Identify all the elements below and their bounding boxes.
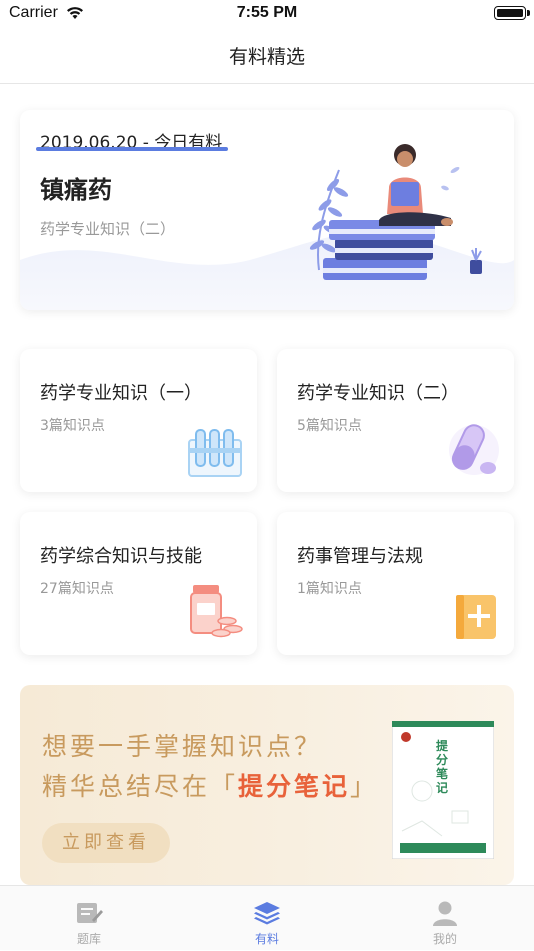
category-card-pharmacy-law[interactable]: 药事管理与法规 1篇知识点 — [277, 512, 514, 655]
category-card-pharmacy-knowledge-2[interactable]: 药学专业知识（二） 5篇知识点 — [277, 349, 514, 492]
battery-icon — [494, 6, 530, 20]
category-title: 药学专业知识（一） — [40, 383, 202, 404]
feature-subtitle: 药学专业知识（二） — [40, 220, 176, 238]
promo-highlight: 提分笔记 — [238, 772, 351, 801]
page-title: 有料精选 — [228, 46, 305, 68]
date-underline — [36, 147, 228, 151]
layers-icon — [254, 902, 280, 925]
nav-bar: 有料精选 — [0, 28, 534, 84]
user-icon — [433, 901, 457, 926]
view-now-button[interactable]: 立即查看 — [42, 823, 170, 863]
promo-headline: 想要一手掌握知识点？ — [42, 732, 323, 761]
promo-subline: 精华总结尽在「提分笔记」 — [42, 767, 378, 803]
feature-title: 镇痛药 — [40, 176, 112, 204]
category-count: 27篇知识点 — [40, 581, 114, 597]
category-title: 药学综合知识与技能 — [40, 546, 202, 567]
medical-book-icon — [456, 595, 496, 639]
tab-question-bank[interactable]: 题库 — [0, 886, 178, 951]
reading-woman-illustration — [309, 144, 482, 280]
status-bar: Carrier 7:55 PM — [0, 0, 534, 28]
clock: 7:55 PM — [236, 4, 298, 21]
category-title: 药事管理与法规 — [297, 546, 423, 567]
category-count: 3篇知识点 — [40, 418, 105, 434]
tab-bar: 题库 有料 我的 — [0, 885, 534, 950]
category-count: 1篇知识点 — [297, 581, 362, 597]
question-bank-icon — [77, 903, 103, 923]
medicine-bottle-icon — [190, 585, 243, 638]
capsule-pill-icon — [449, 424, 499, 475]
tab-label: 我的 — [432, 932, 457, 946]
test-tubes-icon — [188, 429, 242, 477]
category-card-comprehensive-skills[interactable]: 药学综合知识与技能 27篇知识点 — [20, 512, 257, 655]
category-card-pharmacy-knowledge-1[interactable]: 药学专业知识（一） 3篇知识点 — [20, 349, 257, 492]
promo-banner[interactable]: 想要一手掌握知识点？ 精华总结尽在「提分笔记」 立即查看 提分笔记 — [20, 685, 514, 885]
tab-profile[interactable]: 我的 — [356, 886, 534, 951]
tab-featured[interactable]: 有料 — [178, 886, 356, 951]
category-count: 5篇知识点 — [297, 418, 362, 434]
tab-label: 有料 — [254, 932, 279, 946]
book-title: 提分笔记 — [436, 739, 449, 795]
promo-subline-prefix: 精华总结尽在「 — [42, 772, 239, 801]
tab-label: 题库 — [76, 932, 101, 946]
featured-topic-card[interactable]: 2019.06.20 - 今日有料 镇痛药 药学专业知识（二） — [20, 110, 514, 310]
notes-book-cover: 提分笔记 — [391, 720, 495, 860]
category-title: 药学专业知识（二） — [297, 383, 459, 404]
promo-subline-suffix: 」 — [350, 772, 379, 801]
